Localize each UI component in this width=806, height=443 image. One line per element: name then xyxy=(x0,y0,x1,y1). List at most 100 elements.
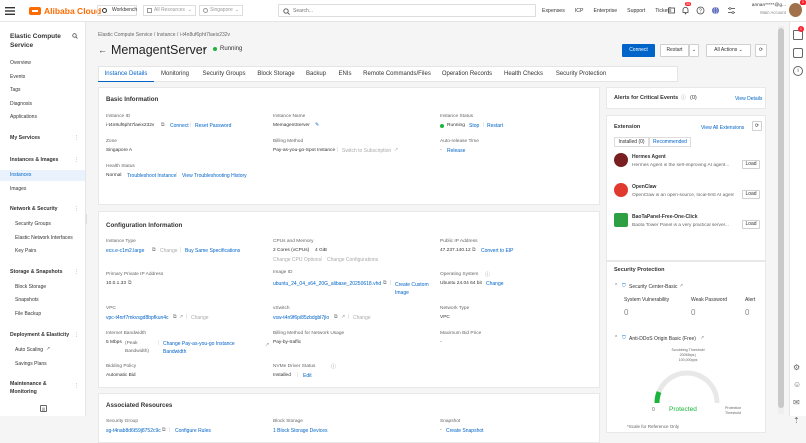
stop-link[interactable]: Stop xyxy=(469,123,479,129)
alerts-view-details-link[interactable]: View Details xyxy=(735,96,762,102)
tab-instance-details[interactable]: Instance Details xyxy=(98,66,154,82)
sidebar-item-security-groups[interactable]: Security Groups xyxy=(15,221,51,227)
view-all-extensions-link[interactable]: View All Extensions xyxy=(701,125,744,131)
sidebar-item-savings-plans[interactable]: Savings Plans xyxy=(15,361,47,367)
menu-icon[interactable] xyxy=(4,5,16,17)
help-icon[interactable]: ⓘ xyxy=(681,94,686,101)
more-icon[interactable]: ⋮ xyxy=(74,135,79,141)
help-icon[interactable]: ⓘ xyxy=(331,363,336,370)
sidebar-item-images[interactable]: Images xyxy=(10,186,26,192)
tab-security-protection[interactable]: Security Protection xyxy=(549,66,613,82)
external-link-icon[interactable]: ↗ xyxy=(679,283,683,289)
tab-block-storage[interactable]: Block Storage xyxy=(252,66,300,82)
avatar[interactable] xyxy=(789,3,802,17)
user-info[interactable]: annan*****@g... Main Account xyxy=(744,3,786,15)
sidebar-item-key-pairs[interactable]: Key Pairs xyxy=(15,248,36,254)
sidebar-group-storage-snapshots[interactable]: Storage & Snapshots xyxy=(10,269,62,275)
view-troubleshooting-link[interactable]: View Troubleshooting History xyxy=(182,173,247,179)
status-restart-link[interactable]: Restart xyxy=(487,123,503,129)
sidebar-item-instances[interactable]: Instances xyxy=(10,172,31,178)
vswitch-change-link[interactable]: Change xyxy=(353,315,371,321)
change-config-link[interactable]: Change Configurations xyxy=(327,257,378,263)
more-icon[interactable]: ⋮ xyxy=(74,332,79,338)
nvme-edit-link[interactable]: Edit xyxy=(303,373,312,379)
back-arrow-icon[interactable]: ← xyxy=(98,45,107,55)
sidebar-item-tags[interactable]: Tags xyxy=(10,87,21,93)
basic-connect-link[interactable]: Connect xyxy=(170,123,189,129)
sidebar-item-applications[interactable]: Applications xyxy=(10,114,37,120)
create-snapshot-link[interactable]: Create Snapshot xyxy=(446,428,484,434)
restart-dropdown-icon[interactable]: ⌄ xyxy=(689,44,699,57)
more-icon[interactable]: ⋮ xyxy=(74,206,79,212)
search-icon[interactable] xyxy=(72,33,78,39)
external-link-icon[interactable]: ↗ xyxy=(341,314,345,320)
sidebar-item-overview[interactable]: Overview xyxy=(10,60,31,66)
collapse-icon[interactable]: ⌃ xyxy=(614,283,618,289)
create-custom-image-link[interactable]: Create Custom Image xyxy=(395,281,435,297)
external-link-icon[interactable]: ↗ xyxy=(179,314,183,320)
sidebar-group-instances-images[interactable]: Instances & Images xyxy=(10,157,58,163)
release-link[interactable]: Release xyxy=(447,148,465,154)
load-button[interactable]: Load xyxy=(742,220,760,229)
tab-installed[interactable]: Installed (0) xyxy=(614,137,649,147)
configure-rules-link[interactable]: Configure Rules xyxy=(175,428,211,434)
gear-icon[interactable]: ⚙ xyxy=(793,363,803,373)
instance-type-value[interactable]: ecs.e-c1m2.large xyxy=(106,248,144,254)
tab-health-checks[interactable]: Health Checks xyxy=(498,66,549,82)
connect-button[interactable]: Connect xyxy=(622,44,655,57)
weak-password-value[interactable]: 0 xyxy=(691,308,695,317)
refresh-icon[interactable]: ⟳ xyxy=(752,121,762,131)
load-button[interactable]: Load xyxy=(742,190,760,199)
icp-link[interactable]: ICP xyxy=(575,8,584,14)
info-icon[interactable]: ⓘ xyxy=(485,271,490,278)
sidebar-item-auto-scaling[interactable]: Auto Scaling xyxy=(15,347,43,353)
title-dropdown-icon[interactable]: ▾ xyxy=(203,46,206,53)
chat-icon[interactable]: ✉ xyxy=(793,398,803,408)
change-bandwidth-link[interactable]: Change Pay-as-you-go Instance Bandwidth xyxy=(163,340,243,356)
feedback-icon[interactable]: ☺ xyxy=(793,380,803,390)
vswitch-value[interactable]: vsw-t4n9f6pi85zbdgbl7jlo xyxy=(273,315,329,321)
type-change-link[interactable]: Change xyxy=(160,248,178,254)
workbench-button[interactable]: Workbench xyxy=(97,5,137,16)
os-change-link[interactable]: Change xyxy=(486,281,504,287)
system-vuln-value[interactable]: 0 xyxy=(624,308,628,317)
sidebar-item-enis[interactable]: Elastic Network Interfaces xyxy=(15,235,73,241)
alert-value[interactable]: 0 xyxy=(745,308,749,317)
cube-icon[interactable] xyxy=(793,48,803,58)
back-to-top-icon[interactable]: ⇡ xyxy=(793,416,803,426)
more-icon[interactable]: ⋮ xyxy=(74,269,79,275)
copy-icon[interactable]: ⧉ xyxy=(472,247,476,253)
refresh-icon[interactable]: ⟳ xyxy=(755,44,767,57)
tab-monitoring[interactable]: Monitoring xyxy=(154,66,196,82)
external-link-icon[interactable]: ↗ xyxy=(700,335,704,341)
search-box[interactable] xyxy=(278,4,536,17)
support-link[interactable]: Support xyxy=(627,8,645,14)
bell-icon[interactable]: 30 xyxy=(681,2,691,15)
collapse-icon[interactable]: ⌃ xyxy=(614,335,618,341)
image-id-value[interactable]: ubuntu_24_04_x64_20G_alibase_20250618.vh… xyxy=(273,281,383,287)
expenses-link[interactable]: Expenses xyxy=(542,8,565,14)
tab-backup[interactable]: Backup xyxy=(300,66,332,82)
switch-subscription-link[interactable]: Switch to Subscription xyxy=(342,148,391,154)
breadcrumb-instance[interactable]: Instance xyxy=(157,32,176,38)
restart-button[interactable]: Restart xyxy=(660,44,689,57)
sidebar-item-snapshots[interactable]: Snapshots xyxy=(15,297,39,303)
copy-icon[interactable]: ⧉ xyxy=(162,427,166,433)
troubleshoot-link[interactable]: Troubleshoot Instance xyxy=(127,173,176,179)
breadcrumb-ecs[interactable]: Elastic Compute Service xyxy=(98,32,152,38)
copy-icon[interactable]: ⧉ xyxy=(152,247,156,253)
search-input[interactable] xyxy=(293,6,523,15)
info-icon[interactable]: i xyxy=(793,66,803,76)
security-group-value[interactable]: sg-t4nab8d6t59j8752c9c xyxy=(106,428,161,434)
region-selector[interactable]: Singapore ⌄ xyxy=(199,5,243,16)
collapse-sidebar-icon[interactable]: ||| xyxy=(40,405,47,412)
buy-same-link[interactable]: Buy Same Specifications xyxy=(185,248,240,254)
alibaba-cloud-logo[interactable]: Alibaba Cloud xyxy=(28,5,101,17)
load-button[interactable]: Load xyxy=(742,160,760,169)
all-resources-selector[interactable]: All Resources ⌄ xyxy=(143,5,196,16)
cart-icon[interactable] xyxy=(667,6,676,15)
sidebar-group-maintenance[interactable]: Maintenance & Monitoring xyxy=(10,380,60,396)
help-icon[interactable]: ? xyxy=(696,6,705,15)
more-icon[interactable]: ⋮ xyxy=(74,157,79,163)
enterprise-link[interactable]: Enterprise xyxy=(593,8,617,14)
